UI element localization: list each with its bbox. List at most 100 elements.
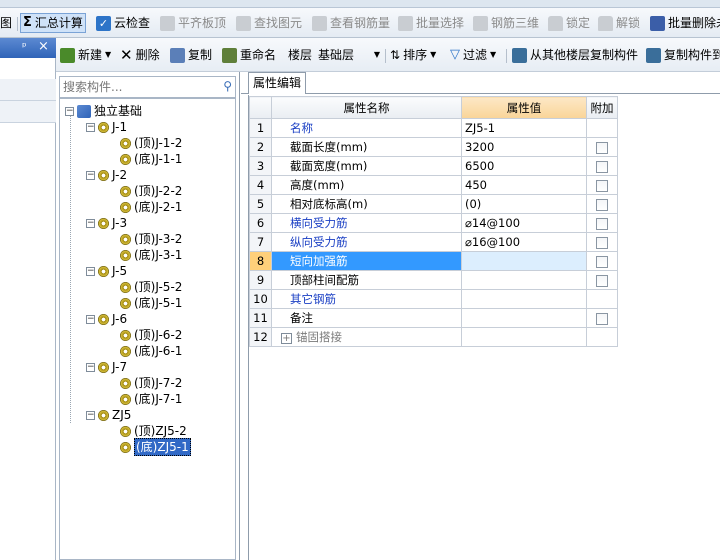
extra-checkbox[interactable] [596,312,608,325]
grid-row[interactable]: 4 高度(mm) 450 [249,175,618,195]
tree-node-group[interactable]: − J-1 [86,119,127,135]
search-input[interactable] [60,77,210,97]
property-value[interactable]: ⌀16@100 [461,232,587,252]
collapse-icon[interactable]: − [86,266,95,276]
grid-header-extra[interactable]: 附加 [586,96,618,119]
tree-node-root[interactable]: − 独立基础 [65,103,142,119]
unlock-button[interactable]: 解锁 [598,13,640,33]
search-icon[interactable]: ⚲ [223,79,232,93]
tree-node-child[interactable]: (顶)J-1-2 [120,135,182,151]
find-element-icon [236,15,251,31]
extra-checkbox[interactable] [596,255,608,268]
grid-header-value[interactable]: 属性值 [461,96,587,119]
find-element-button[interactable]: 查找图元 [236,13,302,33]
tree-node-child[interactable]: (顶)ZJ5-2 [120,423,187,439]
extra-checkbox[interactable] [596,217,608,230]
grid-row[interactable]: 5 相对底标高(m) (0) [249,194,618,214]
tree-node-child[interactable]: (底)J-7-1 [120,391,182,407]
cloud-check-button[interactable]: ✓ 云检查 [96,13,150,33]
property-value[interactable] [461,327,587,347]
extra-checkbox[interactable] [596,141,608,154]
extra-checkbox[interactable] [596,179,608,192]
close-icon[interactable]: × [38,39,49,54]
gear-icon [120,137,131,149]
tree-node-child[interactable]: (底)J-3-1 [120,247,182,263]
property-value[interactable]: 6500 [461,156,587,176]
batch-select-button[interactable]: 批量选择 [398,13,464,33]
copy-from-floor-button[interactable]: 从其他楼层复制构件 [512,45,638,65]
property-value[interactable]: 450 [461,175,587,195]
grid-row[interactable]: 1 名称 ZJ5-1 [249,118,618,138]
grid-row[interactable]: 9 顶部柱间配筋 [249,270,618,290]
lock-button[interactable]: 锁定 [548,13,590,33]
tab-property-edit[interactable]: 属性编辑 [248,72,306,94]
expand-icon[interactable]: + [281,333,292,344]
tree-node-child[interactable]: (底)J-6-1 [120,343,182,359]
left-dock-row[interactable] [0,101,56,123]
rebar-3d-button[interactable]: 钢筋三维 [473,13,539,33]
tree-node-child[interactable]: (顶)J-5-2 [120,279,182,295]
rename-button[interactable]: 重命名 [222,45,276,65]
tree-node-group[interactable]: − J-6 [86,311,127,327]
tree-node-group[interactable]: − J-2 [86,167,127,183]
grid-row[interactable]: 12 + 锚固搭接 [249,327,618,347]
align-slab-button[interactable]: 平齐板顶 [160,13,226,33]
summary-calc-button[interactable]: Σ 汇总计算 [20,13,86,33]
collapse-icon[interactable]: − [86,410,95,420]
view-rebar-button[interactable]: 查看钢筋量 [312,13,390,33]
extra-cell [586,194,618,214]
toolbar-item-tu[interactable]: 图 [0,13,12,33]
grid-row[interactable]: 7 纵向受力筋 ⌀16@100 [249,232,618,252]
property-value[interactable] [461,270,587,290]
tree-node-group[interactable]: − J-3 [86,215,127,231]
tree-node-child[interactable]: (顶)J-7-2 [120,375,182,391]
property-value[interactable] [461,251,587,271]
property-value[interactable] [461,308,587,328]
sort-button[interactable]: ⇅ 排序 ▼ [390,45,436,65]
collapse-icon[interactable]: − [65,106,74,116]
grid-header-name[interactable]: 属性名称 [271,96,462,119]
tree-node-child[interactable]: (顶)J-3-2 [120,231,182,247]
tree-node-group[interactable]: − ZJ5 [86,407,131,423]
property-value[interactable]: ⌀14@100 [461,213,587,233]
collapse-icon[interactable]: − [86,362,95,372]
tree-node-child[interactable]: (底)J-2-1 [120,199,182,215]
tree-node-group[interactable]: − J-7 [86,359,127,375]
property-name: 备注 [271,308,462,328]
collapse-icon[interactable]: − [86,314,95,324]
grid-row-selected[interactable]: 8 短向加强筋 [249,251,618,271]
floor-select[interactable]: 基础层 ▼ [318,45,380,65]
copy-component-button[interactable]: 复制构件到 [646,45,720,65]
grid-row[interactable]: 10 其它钢筋 [249,289,618,309]
tree-node-child-selected[interactable]: (底)ZJ5-1 [120,438,191,456]
batch-delete-button[interactable]: 批量删除未 [650,13,720,33]
delete-button[interactable]: ✕ 删除 [120,45,160,65]
tree-node-group[interactable]: − J-5 [86,263,127,279]
left-dock-row[interactable] [0,79,56,101]
grid-row[interactable]: 3 截面宽度(mm) 6500 [249,156,618,176]
copy-button[interactable]: 复制 [170,45,212,65]
tree-node-child[interactable]: (顶)J-2-2 [120,183,182,199]
tree-node-child[interactable]: (底)J-5-1 [120,295,182,311]
new-button[interactable]: 新建 ▼ [60,45,111,65]
grid-row[interactable]: 6 横向受力筋 ⌀14@100 [249,213,618,233]
filter-button[interactable]: ▽ 过滤 ▼ [450,45,496,65]
grid-row[interactable]: 11 备注 [249,308,618,328]
gear-icon [120,441,131,453]
grid-row[interactable]: 2 截面长度(mm) 3200 [249,137,618,157]
property-value[interactable]: 3200 [461,137,587,157]
pin-icon[interactable]: ᵖ [22,40,27,53]
tree-node-child[interactable]: (底)J-1-1 [120,151,182,167]
extra-checkbox[interactable] [596,160,608,173]
extra-checkbox[interactable] [596,236,608,249]
collapse-icon[interactable]: − [86,170,95,180]
property-value[interactable]: ZJ5-1 [461,118,587,138]
extra-checkbox[interactable] [596,198,608,211]
property-value[interactable]: (0) [461,194,587,214]
tree-node-child[interactable]: (顶)J-6-2 [120,327,182,343]
property-value[interactable] [461,289,587,309]
collapse-icon[interactable]: − [86,218,95,228]
extra-checkbox[interactable] [596,274,608,287]
main-toolbar: 图 Σ 汇总计算 ✓ 云检查 平齐板顶 查找图元 查看钢筋量 批量选择 钢筋三维… [0,8,720,38]
collapse-icon[interactable]: − [86,122,95,132]
